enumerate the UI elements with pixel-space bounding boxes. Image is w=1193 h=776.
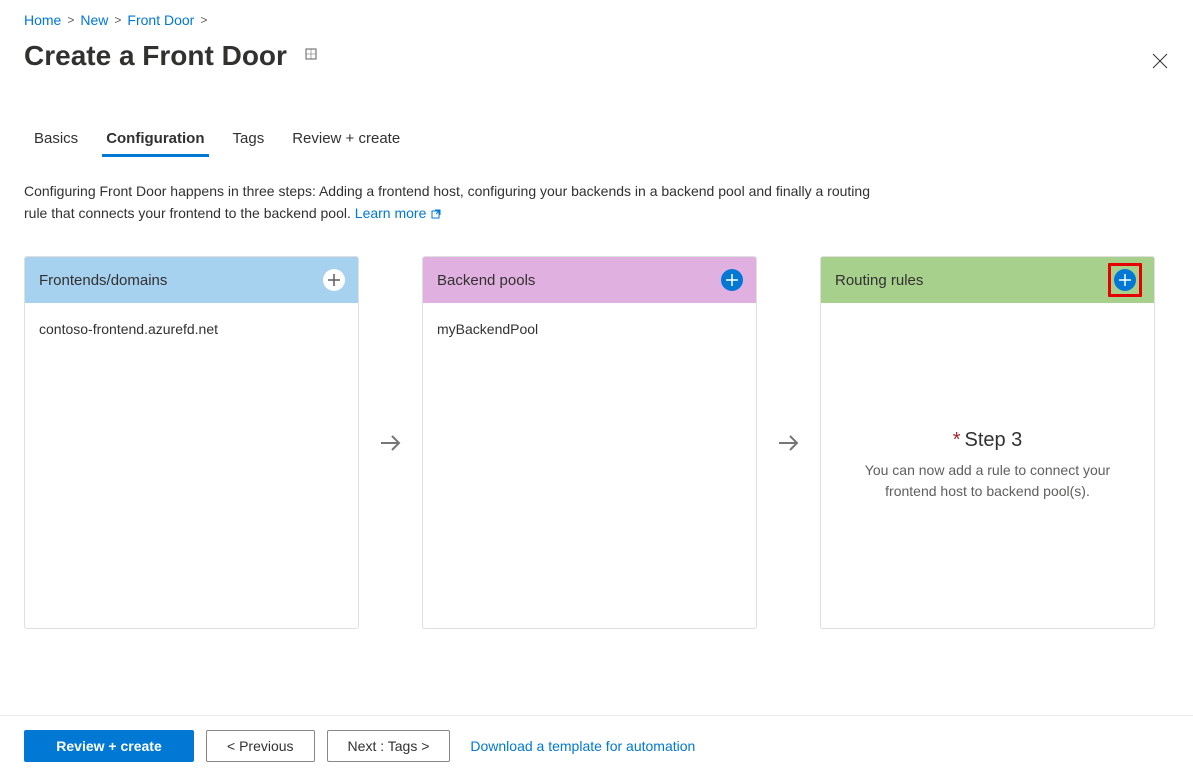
tab-review-create[interactable]: Review + create xyxy=(288,122,404,155)
panel-body-backends: myBackendPool xyxy=(423,303,756,628)
title-row: Create a Front Door xyxy=(0,34,1193,72)
step-label: *Step 3 xyxy=(953,429,1023,452)
config-panels: Frontends/domains contoso-frontend.azure… xyxy=(0,224,1193,629)
add-frontend-button[interactable] xyxy=(322,268,346,292)
description-copy: Configuring Front Door happens in three … xyxy=(24,183,870,221)
next-button[interactable]: Next : Tags > xyxy=(327,730,451,762)
panel-title-backends: Backend pools xyxy=(437,272,535,289)
panel-frontends: Frontends/domains contoso-frontend.azure… xyxy=(24,256,359,629)
add-backend-button[interactable] xyxy=(720,268,744,292)
learn-more-link[interactable]: Learn more xyxy=(355,205,442,221)
panel-header-routing: Routing rules xyxy=(821,257,1154,303)
tab-basics[interactable]: Basics xyxy=(30,122,82,155)
panel-title-routing: Routing rules xyxy=(835,272,923,289)
chevron-right-icon: > xyxy=(200,13,207,27)
add-routing-rule-button[interactable] xyxy=(1113,268,1137,292)
review-create-button[interactable]: Review + create xyxy=(24,730,194,762)
panel-routing: Routing rules *Step 3 You can now add a … xyxy=(820,256,1155,629)
breadcrumb: Home > New > Front Door > xyxy=(0,0,1193,34)
highlight-add-routing xyxy=(1108,263,1142,297)
panel-body-routing: *Step 3 You can now add a rule to connec… xyxy=(821,303,1154,628)
frontend-item[interactable]: contoso-frontend.azurefd.net xyxy=(39,321,344,337)
download-template-link[interactable]: Download a template for automation xyxy=(470,738,695,754)
panel-header-backends: Backend pools xyxy=(423,257,756,303)
backend-item[interactable]: myBackendPool xyxy=(437,321,742,337)
arrow-icon xyxy=(359,256,422,629)
chevron-right-icon: > xyxy=(114,13,121,27)
tab-tags[interactable]: Tags xyxy=(229,122,269,155)
tab-configuration[interactable]: Configuration xyxy=(102,122,208,155)
breadcrumb-link-frontdoor[interactable]: Front Door xyxy=(127,12,194,28)
step-text: You can now add a rule to connect your f… xyxy=(841,460,1134,502)
footer: Review + create < Previous Next : Tags >… xyxy=(0,715,1193,776)
description-text: Configuring Front Door happens in three … xyxy=(0,155,920,224)
pin-icon[interactable] xyxy=(303,46,319,67)
tabs: Basics Configuration Tags Review + creat… xyxy=(0,72,1193,155)
breadcrumb-link-new[interactable]: New xyxy=(80,12,108,28)
breadcrumb-link-home[interactable]: Home xyxy=(24,12,61,28)
page-title: Create a Front Door xyxy=(24,40,287,72)
previous-button[interactable]: < Previous xyxy=(206,730,315,762)
chevron-right-icon: > xyxy=(67,13,74,27)
panel-backends: Backend pools myBackendPool xyxy=(422,256,757,629)
panel-body-frontends: contoso-frontend.azurefd.net xyxy=(25,303,358,628)
panel-title-frontends: Frontends/domains xyxy=(39,272,167,289)
panel-header-frontends: Frontends/domains xyxy=(25,257,358,303)
required-marker: * xyxy=(953,429,961,451)
arrow-icon xyxy=(757,256,820,629)
close-icon[interactable] xyxy=(1151,52,1169,73)
